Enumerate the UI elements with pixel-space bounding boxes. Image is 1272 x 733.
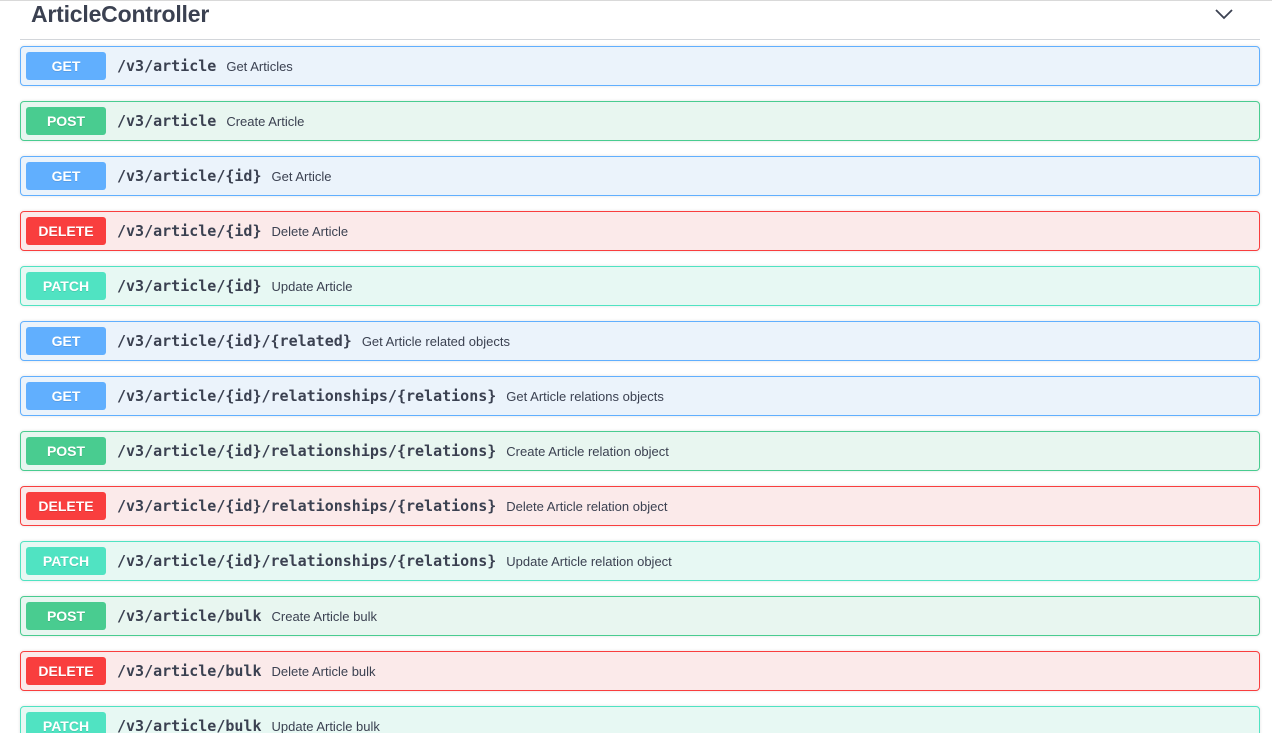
operation-row-patch[interactable]: PATCH/v3/article/bulk Update Article bulk xyxy=(20,706,1260,733)
operation-path: /v3/article/bulk xyxy=(117,717,262,733)
operation-row-get[interactable]: GET/v3/article/{id}/{related} Get Article… xyxy=(20,321,1260,361)
operation-path: /v3/article/{id}/{related} xyxy=(117,332,352,350)
chevron-down-icon[interactable] xyxy=(1212,4,1236,24)
swagger-page: ArticleController GET/v3/article Get Arti… xyxy=(0,0,1272,733)
operation-summary: Delete Article relation object xyxy=(506,498,668,514)
method-badge: POST xyxy=(26,437,106,465)
operation-path: /v3/article/{id}/relationships/{relation… xyxy=(117,552,497,570)
method-badge: GET xyxy=(26,52,106,80)
method-badge: POST xyxy=(26,107,106,135)
method-badge: GET xyxy=(26,327,106,355)
operation-row-get[interactable]: GET/v3/article/{id}/relationships/{relat… xyxy=(20,376,1260,416)
method-badge: DELETE xyxy=(26,657,106,685)
operation-row-post[interactable]: POST/v3/article Create Article xyxy=(20,101,1260,141)
operation-path: /v3/article/{id}/relationships/{relation… xyxy=(117,442,497,460)
operation-path: /v3/article/{id} xyxy=(117,277,262,295)
operation-row-delete[interactable]: DELETE/v3/article/{id}/relationships/{re… xyxy=(20,486,1260,526)
operation-path: /v3/article/{id} xyxy=(117,222,262,240)
method-badge: PATCH xyxy=(26,272,106,300)
operation-summary: Delete Article xyxy=(271,223,349,239)
operation-path: /v3/article/bulk xyxy=(117,662,262,680)
operation-summary: Delete Article bulk xyxy=(271,663,376,679)
tag-title[interactable]: ArticleController xyxy=(31,1,209,27)
operation-row-get[interactable]: GET/v3/article Get Articles xyxy=(20,46,1260,86)
operation-row-patch[interactable]: PATCH/v3/article/{id} Update Article xyxy=(20,266,1260,306)
operation-row-post[interactable]: POST/v3/article/{id}/relationships/{rela… xyxy=(20,431,1260,471)
operation-summary: Create Article bulk xyxy=(271,608,378,624)
method-badge: PATCH xyxy=(26,712,106,733)
tag-section-header[interactable]: ArticleController xyxy=(20,0,1260,40)
operation-summary: Get Article related objects xyxy=(361,333,510,349)
operation-path: /v3/article xyxy=(117,57,217,75)
operation-row-post[interactable]: POST/v3/article/bulk Create Article bulk xyxy=(20,596,1260,636)
operation-path: /v3/article xyxy=(117,112,217,130)
operation-row-patch[interactable]: PATCH/v3/article/{id}/relationships/{rel… xyxy=(20,541,1260,581)
operation-path: /v3/article/{id} xyxy=(117,167,262,185)
operation-path: /v3/article/{id}/relationships/{relation… xyxy=(117,387,497,405)
method-badge: PATCH xyxy=(26,547,106,575)
method-badge: POST xyxy=(26,602,106,630)
operation-path: /v3/article/bulk xyxy=(117,607,262,625)
operation-summary: Update Article bulk xyxy=(271,718,380,733)
method-badge: GET xyxy=(26,382,106,410)
method-badge: DELETE xyxy=(26,217,106,245)
operation-summary: Update Article xyxy=(271,278,353,294)
operations-list: GET/v3/article Get Articles POST/v3/articl… xyxy=(20,46,1260,733)
method-badge: GET xyxy=(26,162,106,190)
method-badge: DELETE xyxy=(26,492,106,520)
operation-summary: Get Article xyxy=(271,168,332,184)
operation-summary: Get Article relations objects xyxy=(506,388,664,404)
operation-row-delete[interactable]: DELETE/v3/article/bulk Delete Article bul… xyxy=(20,651,1260,691)
operation-path: /v3/article/{id}/relationships/{relation… xyxy=(117,497,497,515)
operation-summary: Get Articles xyxy=(226,58,293,74)
operation-row-delete[interactable]: DELETE/v3/article/{id} Delete Article xyxy=(20,211,1260,251)
operation-summary: Create Article relation object xyxy=(506,443,669,459)
operation-summary: Update Article relation object xyxy=(506,553,672,569)
operation-summary: Create Article xyxy=(226,113,305,129)
operation-row-get[interactable]: GET/v3/article/{id} Get Article xyxy=(20,156,1260,196)
